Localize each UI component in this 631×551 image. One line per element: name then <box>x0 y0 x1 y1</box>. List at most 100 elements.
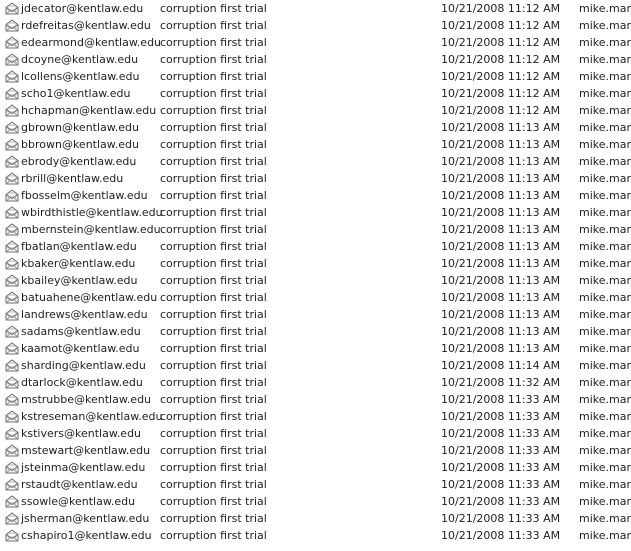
message-subject: corruption first trial <box>160 512 267 525</box>
message-row[interactable]: rstaudt@kentlaw.edu corruption first tri… <box>0 476 631 493</box>
message-date: 10/21/2008 11:13 AM <box>441 274 561 287</box>
message-row[interactable]: fbatlan@kentlaw.edu corruption first tri… <box>0 238 631 255</box>
message-row[interactable]: lcollens@kentlaw.edu corruption first tr… <box>0 68 631 85</box>
open-envelope-icon <box>5 359 19 372</box>
recipient-email: jsteinma@kentlaw.edu <box>21 461 146 474</box>
message-row[interactable]: fbosselm@kentlaw.edu corruption first tr… <box>0 187 631 204</box>
open-envelope-icon <box>5 495 19 508</box>
message-row[interactable]: rdefreitas@kentlaw.edu corruption first … <box>0 17 631 34</box>
message-row[interactable]: kaamot@kentlaw.edu corruption first tria… <box>0 340 631 357</box>
message-row[interactable]: rbrill@kentlaw.edu corruption first tria… <box>0 170 631 187</box>
message-subject: corruption first trial <box>160 87 267 100</box>
message-row[interactable]: mstrubbe@kentlaw.edu corruption first tr… <box>0 391 631 408</box>
message-owner: mike.mars <box>579 2 631 15</box>
recipient-email: dtarlock@kentlaw.edu <box>21 376 143 389</box>
recipient-email: jdecator@kentlaw.edu <box>21 2 144 15</box>
message-date: 10/21/2008 11:12 AM <box>441 53 561 66</box>
recipient-email: edearmond@kentlaw.edu <box>21 36 162 49</box>
message-row[interactable]: sadams@kentlaw.edu corruption first tria… <box>0 323 631 340</box>
message-row[interactable]: kstivers@kentlaw.edu corruption first tr… <box>0 425 631 442</box>
message-subject: corruption first trial <box>160 495 267 508</box>
message-date: 10/21/2008 11:14 AM <box>441 359 561 372</box>
message-subject: corruption first trial <box>160 70 267 83</box>
message-row[interactable]: mbernstein@kentlaw.edu corruption first … <box>0 221 631 238</box>
message-owner: mike.mars <box>579 257 631 270</box>
message-owner: mike.mars <box>579 70 631 83</box>
recipient-email: cshapiro1@kentlaw.edu <box>21 529 152 542</box>
message-subject: corruption first trial <box>160 410 267 423</box>
message-row[interactable]: ssowle@kentlaw.edu corruption first tria… <box>0 493 631 510</box>
message-owner: mike.mars <box>579 104 631 117</box>
open-envelope-icon <box>5 291 19 304</box>
message-owner: mike.mars <box>579 172 631 185</box>
message-subject: corruption first trial <box>160 274 267 287</box>
recipient-email: sadams@kentlaw.edu <box>21 325 141 338</box>
message-subject: corruption first trial <box>160 155 267 168</box>
recipient-email: rdefreitas@kentlaw.edu <box>21 19 151 32</box>
message-date: 10/21/2008 11:32 AM <box>441 376 561 389</box>
message-row[interactable]: jdecator@kentlaw.edu corruption first tr… <box>0 0 631 17</box>
message-date: 10/21/2008 11:33 AM <box>441 461 561 474</box>
open-envelope-icon <box>5 104 19 117</box>
message-owner: mike.mars <box>579 444 631 457</box>
recipient-email: batuahene@kentlaw.edu <box>21 291 158 304</box>
message-row[interactable]: kbaker@kentlaw.edu corruption first tria… <box>0 255 631 272</box>
message-row[interactable]: landrews@kentlaw.edu corruption first tr… <box>0 306 631 323</box>
message-row[interactable]: dtarlock@kentlaw.edu corruption first tr… <box>0 374 631 391</box>
open-envelope-icon <box>5 325 19 338</box>
message-date: 10/21/2008 11:13 AM <box>441 257 561 270</box>
recipient-email: kbaker@kentlaw.edu <box>21 257 136 270</box>
message-row[interactable]: bbrown@kentlaw.edu corruption first tria… <box>0 136 631 153</box>
message-row[interactable]: scho1@kentlaw.edu corruption first trial… <box>0 85 631 102</box>
message-date: 10/21/2008 11:33 AM <box>441 444 561 457</box>
message-subject: corruption first trial <box>160 342 267 355</box>
message-row[interactable]: edearmond@kentlaw.edu corruption first t… <box>0 34 631 51</box>
message-row[interactable]: jsherman@kentlaw.edu corruption first tr… <box>0 510 631 527</box>
open-envelope-icon <box>5 529 19 542</box>
recipient-email: fbosselm@kentlaw.edu <box>21 189 148 202</box>
message-date: 10/21/2008 11:12 AM <box>441 87 561 100</box>
message-list: jdecator@kentlaw.edu corruption first tr… <box>0 0 631 544</box>
message-date: 10/21/2008 11:12 AM <box>441 2 561 15</box>
open-envelope-icon <box>5 155 19 168</box>
recipient-email: jsherman@kentlaw.edu <box>21 512 150 525</box>
message-date: 10/21/2008 11:33 AM <box>441 393 561 406</box>
message-date: 10/21/2008 11:13 AM <box>441 206 561 219</box>
recipient-email: bbrown@kentlaw.edu <box>21 138 139 151</box>
message-owner: mike.mars <box>579 274 631 287</box>
message-row[interactable]: dcoyne@kentlaw.edu corruption first tria… <box>0 51 631 68</box>
recipient-email: mbernstein@kentlaw.edu <box>21 223 161 236</box>
message-owner: mike.mars <box>579 376 631 389</box>
message-row[interactable]: hchapman@kentlaw.edu corruption first tr… <box>0 102 631 119</box>
open-envelope-icon <box>5 444 19 457</box>
recipient-email: scho1@kentlaw.edu <box>21 87 131 100</box>
message-date: 10/21/2008 11:12 AM <box>441 70 561 83</box>
recipient-email: gbrown@kentlaw.edu <box>21 121 139 134</box>
message-row[interactable]: wbirdthistle@kentlaw.edu corruption firs… <box>0 204 631 221</box>
message-row[interactable]: batuahene@kentlaw.edu corruption first t… <box>0 289 631 306</box>
message-subject: corruption first trial <box>160 529 267 542</box>
open-envelope-icon <box>5 512 19 525</box>
message-subject: corruption first trial <box>160 427 267 440</box>
open-envelope-icon <box>5 257 19 270</box>
message-row[interactable]: kbailey@kentlaw.edu corruption first tri… <box>0 272 631 289</box>
message-subject: corruption first trial <box>160 393 267 406</box>
open-envelope-icon <box>5 19 19 32</box>
message-row[interactable]: jsteinma@kentlaw.edu corruption first tr… <box>0 459 631 476</box>
message-subject: corruption first trial <box>160 53 267 66</box>
message-row[interactable]: kstreseman@kentlaw.edu corruption first … <box>0 408 631 425</box>
message-owner: mike.mars <box>579 478 631 491</box>
message-row[interactable]: mstewart@kentlaw.edu corruption first tr… <box>0 442 631 459</box>
message-row[interactable]: cshapiro1@kentlaw.edu corruption first t… <box>0 527 631 544</box>
message-owner: mike.mars <box>579 427 631 440</box>
message-owner: mike.mars <box>579 19 631 32</box>
message-row[interactable]: sharding@kentlaw.edu corruption first tr… <box>0 357 631 374</box>
recipient-email: lcollens@kentlaw.edu <box>21 70 140 83</box>
message-subject: corruption first trial <box>160 461 267 474</box>
recipient-email: landrews@kentlaw.edu <box>21 308 148 321</box>
message-row[interactable]: ebrody@kentlaw.edu corruption first tria… <box>0 153 631 170</box>
recipient-email: sharding@kentlaw.edu <box>21 359 146 372</box>
recipient-email: ebrody@kentlaw.edu <box>21 155 137 168</box>
message-row[interactable]: gbrown@kentlaw.edu corruption first tria… <box>0 119 631 136</box>
open-envelope-icon <box>5 189 19 202</box>
